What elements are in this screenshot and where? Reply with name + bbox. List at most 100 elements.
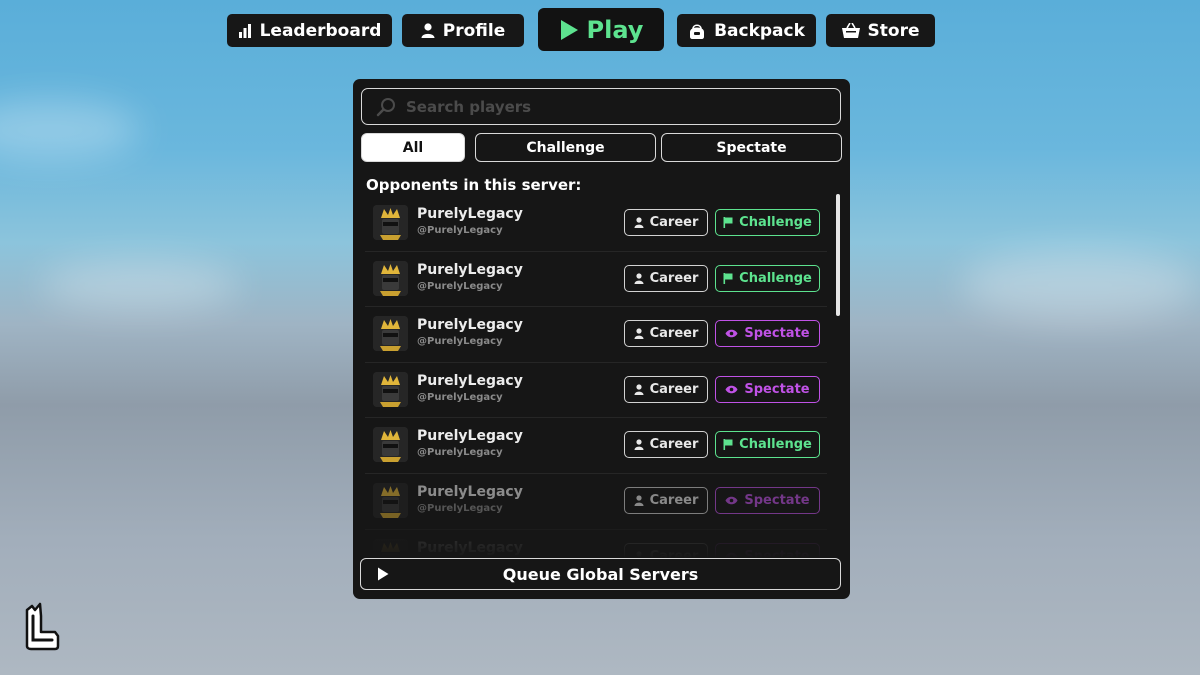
tab-all[interactable]: All (361, 133, 465, 162)
eye-icon (725, 385, 738, 394)
career-button[interactable]: Career (624, 486, 708, 514)
queue-label: Queue Global Servers (502, 564, 699, 584)
person-icon (634, 217, 644, 228)
challenge-label: Challenge (739, 215, 812, 230)
career-label: Career (649, 381, 699, 397)
cloud (40, 260, 240, 310)
search-icon (376, 97, 395, 116)
career-button[interactable]: Career (624, 320, 708, 348)
basket-icon (841, 23, 860, 38)
avatar (373, 371, 408, 407)
crown-avatar-icon (373, 316, 408, 352)
spectate-label: Spectate (744, 326, 810, 342)
profile-button[interactable]: Profile (402, 14, 524, 47)
player-handle: @PurelyLegacy (417, 280, 503, 292)
career-label: Career (649, 326, 699, 342)
challenge-label: Challenge (739, 270, 812, 286)
tab-spectate[interactable]: Spectate (661, 133, 842, 162)
player-handle: @PurelyLegacy (417, 336, 503, 348)
backpack-label: Backpack (714, 20, 805, 41)
career-label: Career (649, 437, 699, 453)
career-label: Career (649, 270, 699, 286)
person-icon (634, 328, 644, 340)
career-label: Career (649, 215, 699, 230)
person-icon (634, 439, 644, 451)
cloud (0, 100, 140, 160)
flag-icon (723, 439, 733, 451)
avatar (373, 260, 408, 296)
crown-avatar-icon (373, 260, 408, 296)
play-label: Play (586, 15, 644, 44)
avatar (373, 427, 408, 463)
game-logo (22, 602, 62, 652)
player-name: PurelyLegacy (417, 428, 523, 445)
player-name: PurelyLegacy (417, 317, 523, 334)
career-button[interactable]: Career (624, 264, 708, 292)
tab-challenge[interactable]: Challenge (475, 133, 656, 162)
list-fade (353, 519, 850, 559)
avatar (373, 316, 408, 352)
leaderboard-icon (238, 23, 251, 38)
player-row: PurelyLegacy @PurelyLegacy Career Specta… (365, 307, 827, 363)
career-label: Career (649, 492, 699, 508)
player-row: PurelyLegacy @PurelyLegacy Career Challe… (365, 252, 827, 308)
top-navigation: Leaderboard Profile Play Backpack Store (0, 0, 1200, 60)
crown-avatar-icon (373, 205, 408, 240)
player-handle: @PurelyLegacy (417, 502, 503, 514)
store-label: Store (867, 20, 920, 41)
person-icon (634, 272, 644, 284)
player-name: PurelyLegacy (417, 372, 523, 389)
flag-icon (723, 272, 733, 284)
challenge-label: Challenge (739, 437, 812, 453)
search-box[interactable] (361, 88, 841, 125)
play-button[interactable]: Play (538, 8, 664, 51)
spectate-label: Spectate (744, 492, 810, 508)
person-icon (421, 23, 435, 38)
play-icon (560, 19, 578, 40)
crown-avatar-icon (373, 371, 408, 407)
game-logo-icon (25, 602, 60, 651)
player-name: PurelyLegacy (417, 483, 523, 500)
spectate-label: Spectate (744, 381, 810, 397)
spectate-button[interactable]: Spectate (715, 486, 820, 514)
player-list-panel: All Challenge Spectate Opponents in this… (353, 79, 850, 599)
cloud (960, 250, 1200, 320)
player-name: PurelyLegacy (417, 261, 523, 278)
backpack-button[interactable]: Backpack (677, 14, 816, 47)
play-icon (378, 567, 389, 581)
scrollbar[interactable] (836, 194, 840, 316)
search-input[interactable] (406, 97, 806, 116)
section-title: Opponents in this server: (366, 176, 582, 194)
queue-global-servers-button[interactable]: Queue Global Servers (360, 558, 841, 590)
profile-label: Profile (442, 20, 506, 41)
player-handle: @PurelyLegacy (417, 447, 503, 459)
player-name: PurelyLegacy (417, 206, 523, 222)
player-handle: @PurelyLegacy (417, 225, 503, 236)
player-row: PurelyLegacy @PurelyLegacy Career Challe… (365, 418, 827, 474)
flag-icon (723, 217, 733, 228)
player-row: PurelyLegacy @PurelyLegacy Career Specta… (365, 363, 827, 419)
career-button[interactable]: Career (624, 375, 708, 403)
career-button[interactable]: Career (624, 431, 708, 459)
challenge-button[interactable]: Challenge (715, 431, 820, 459)
person-icon (634, 384, 644, 395)
avatar (373, 482, 408, 518)
spectate-button[interactable]: Spectate (715, 320, 820, 348)
leaderboard-button[interactable]: Leaderboard (227, 14, 392, 47)
player-handle: @PurelyLegacy (417, 391, 503, 403)
person-icon (634, 495, 644, 506)
player-row: PurelyLegacy @PurelyLegacy Career Challe… (365, 196, 827, 252)
spectate-button[interactable]: Spectate (715, 375, 820, 403)
avatar (373, 205, 408, 240)
filter-tabs: All Challenge Spectate (361, 133, 842, 162)
career-button[interactable]: Career (624, 209, 708, 236)
challenge-button[interactable]: Challenge (715, 209, 820, 236)
crown-avatar-icon (373, 482, 408, 518)
challenge-button[interactable]: Challenge (715, 264, 820, 292)
eye-icon (725, 496, 738, 505)
crown-avatar-icon (373, 427, 408, 463)
store-button[interactable]: Store (826, 14, 935, 47)
leaderboard-label: Leaderboard (259, 20, 382, 41)
eye-icon (725, 329, 738, 338)
backpack-icon (690, 23, 705, 39)
